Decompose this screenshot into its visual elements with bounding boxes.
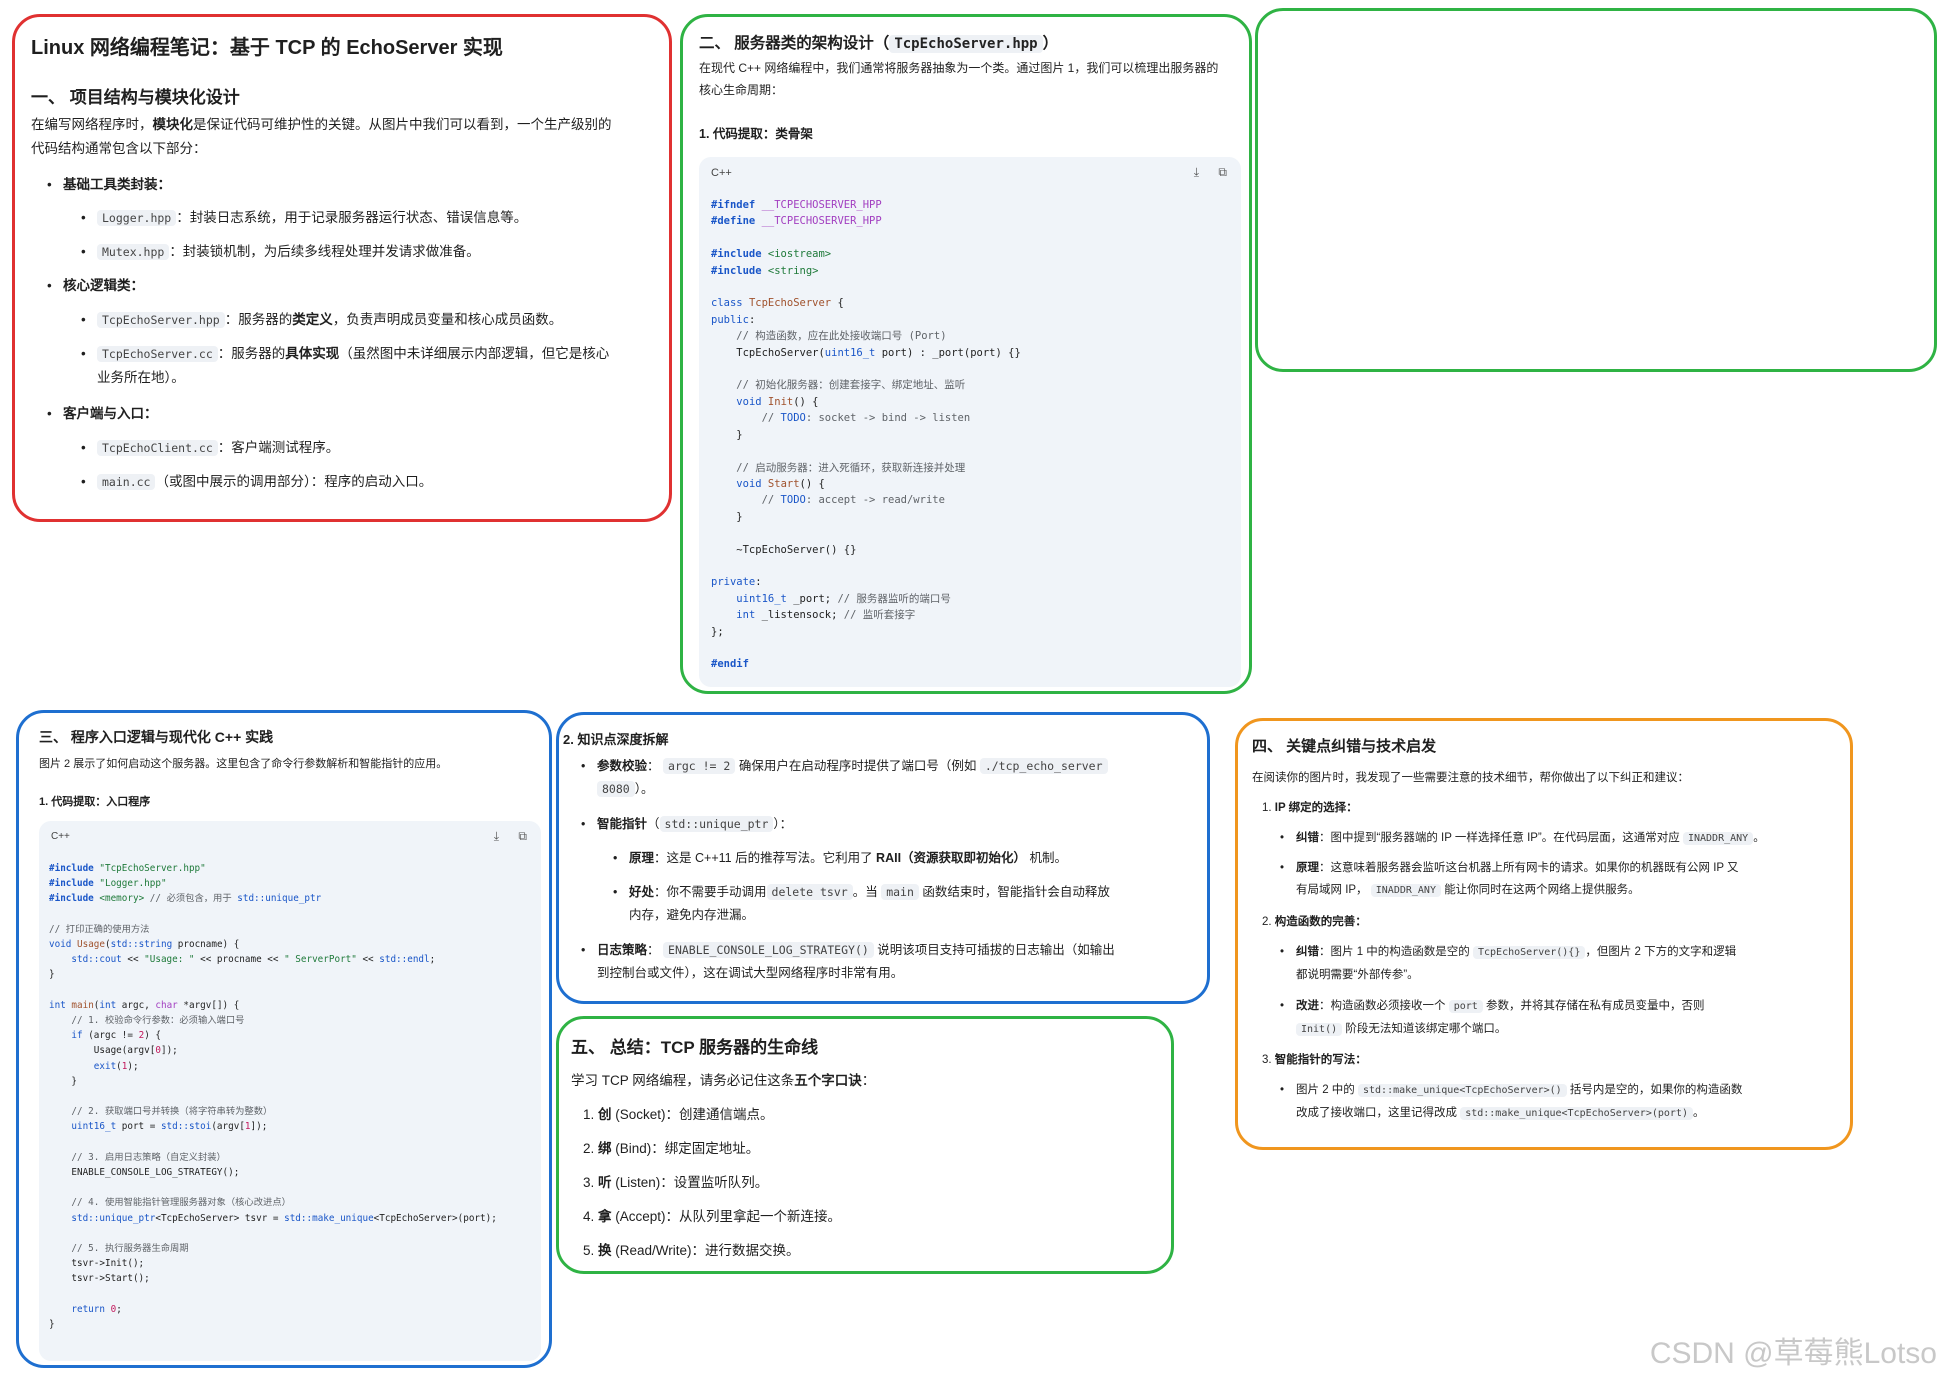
correction-title: 2. 构造函数的完善： bbox=[1262, 916, 1367, 928]
list-item: 原理：这意味着服务器会监听这台机器上所有网卡的请求。如果你的机器既有公网 IP … bbox=[1280, 857, 1836, 902]
code-content: #ifndef __TCPECHOSERVER_HPP #define __TC… bbox=[711, 199, 1021, 671]
code-language: C++ bbox=[51, 831, 70, 842]
list-item: 改进：构造函数必须接收一个 port 参数，并将其存储在私有成员变量中，否则 I… bbox=[1280, 995, 1836, 1041]
list-item: 纠错：图片 1 中的构造函数是空的 TcpEchoServer(){}，但图片 … bbox=[1280, 941, 1836, 986]
list-item: Logger.hpp：封装日志系统，用于记录服务器运行状态、错误信息等。 bbox=[81, 206, 527, 230]
code-content: #include "TcpEchoServer.hpp" #include "L… bbox=[49, 863, 497, 1331]
list-item: 好处：你不需要手动调用delete tsvr。当 main 函数结束时，智能指针… bbox=[613, 881, 1169, 927]
section-corrections: 四、 关键点纠错与技术启发 在阅读你的图片时，我发现了一些需要注意的技术细节，帮… bbox=[1235, 718, 1853, 1150]
subheading: 1. 代码提取：类骨架 bbox=[699, 127, 813, 141]
list-item: TcpEchoServer.hpp：服务器的类定义，负责声明成员变量和核心成员函… bbox=[81, 308, 562, 332]
section-heading: 一、 项目结构与模块化设计 bbox=[31, 88, 240, 107]
list-item: 3. 听 (Listen)：设置监听队列。 bbox=[583, 1175, 769, 1190]
group-client: 客户端与入口： bbox=[47, 402, 157, 426]
section-knowledge: 2. 知识点深度拆解 参数校验： argc != 2 确保用户在启动程序时提供了… bbox=[556, 712, 1210, 1004]
intro-paragraph: 在阅读你的图片时，我发现了一些需要注意的技术细节，帮你做出了以下纠正和建议： bbox=[1252, 772, 1689, 784]
section-heading: 二、 服务器类的架构设计（ TcpEchoServer.hpp） bbox=[699, 35, 1059, 53]
section-heading: 四、 关键点纠错与技术启发 bbox=[1252, 738, 1437, 755]
list-item: 1. 创 (Socket)：创建通信端点。 bbox=[583, 1107, 774, 1122]
list-item: 2. 绑 (Bind)：绑定固定地址。 bbox=[583, 1141, 760, 1156]
list-item: 原理：这是 C++11 后的推荐写法。它利用了 RAII（资源获取即初始化） 机… bbox=[613, 847, 1067, 870]
download-icon[interactable]: ⤓ bbox=[494, 829, 499, 843]
code-block: C++ ⤓ ⧉ #include "TcpEchoServer.hpp" #in… bbox=[39, 821, 541, 1361]
group-utilities: 基础工具类封装： bbox=[47, 173, 171, 197]
correction-title: 1. IP 绑定的选择： bbox=[1262, 802, 1358, 814]
section-summary: 五、 总结：TCP 服务器的生命线 学习 TCP 网络编程，请务必记住这条五个字… bbox=[556, 1016, 1174, 1274]
list-item: TcpEchoServer.cc：服务器的具体实现（虽然图中未详细展示内部逻辑，… bbox=[81, 342, 657, 390]
group-core: 核心逻辑类： bbox=[47, 274, 144, 298]
list-item: 日志策略： ENABLE_CONSOLE_LOG_STRATEGY() 说明该项… bbox=[581, 939, 1177, 985]
subheading: 1. 代码提取：入口程序 bbox=[39, 796, 151, 808]
code-block: C++ ⤓ ⧉ #ifndef __TCPECHOSERVER_HPP #def… bbox=[699, 157, 1241, 687]
intro-paragraph: 在编写网络程序时，模块化是保证代码可维护性的关键。从图片中我们可以看到，一个生产… bbox=[31, 117, 612, 156]
section-heading: 五、 总结：TCP 服务器的生命线 bbox=[571, 1038, 819, 1057]
section-server-class: 二、 服务器类的架构设计（ TcpEchoServer.hpp） 在现代 C++ … bbox=[680, 14, 1252, 694]
download-icon[interactable]: ⤓ bbox=[1194, 165, 1199, 179]
intro-paragraph: 在现代 C++ 网络编程中，我们通常将服务器抽象为一个类。通过图片 1，我们可以… bbox=[699, 61, 1219, 97]
section-heading: 三、 程序入口逻辑与现代化 C++ 实践 bbox=[39, 729, 274, 745]
list-item: 参数校验： argc != 2 确保用户在启动程序时提供了端口号（例如 ./tc… bbox=[581, 755, 1177, 801]
list-item: 5. 换 (Read/Write)：进行数据交换。 bbox=[583, 1243, 800, 1258]
intro-paragraph: 图片 2 展示了如何启动这个服务器。这里包含了命令行参数解析和智能指针的应用。 bbox=[39, 758, 448, 770]
copy-icon[interactable]: ⧉ bbox=[518, 829, 527, 843]
intro-paragraph: 学习 TCP 网络编程，请务必记住这条五个字口诀： bbox=[571, 1073, 876, 1088]
list-item: 4. 拿 (Accept)：从队列里拿起一个新连接。 bbox=[583, 1209, 842, 1224]
section-project-structure: Linux 网络编程笔记：基于 TCP 的 EchoServer 实现 一、 项… bbox=[12, 14, 672, 522]
empty-panel bbox=[1255, 8, 1937, 372]
list-item: main.cc（或图中展示的调用部分）：程序的启动入口。 bbox=[81, 470, 432, 494]
correction-title: 3. 智能指针的写法： bbox=[1262, 1054, 1367, 1066]
list-item: Mutex.hpp：封装锁机制，为后续多线程处理并发请求做准备。 bbox=[81, 240, 480, 264]
list-item: TcpEchoClient.cc：客户端测试程序。 bbox=[81, 436, 339, 460]
section-entry-program: 三、 程序入口逻辑与现代化 C++ 实践 图片 2 展示了如何启动这个服务器。这… bbox=[16, 710, 552, 1368]
copy-icon[interactable]: ⧉ bbox=[1218, 165, 1227, 179]
code-language: C++ bbox=[711, 167, 732, 179]
list-item: 智能指针（std::unique_ptr）： bbox=[581, 813, 792, 836]
watermark: CSDN @草莓熊Lotso bbox=[1649, 1337, 1937, 1370]
page-title: Linux 网络编程笔记：基于 TCP 的 EchoServer 实现 bbox=[31, 37, 503, 59]
list-item: 纠错：图中提到“服务器端的 IP 一样选择任意 IP”。在代码层面，这通常对应 … bbox=[1280, 827, 1765, 850]
section-heading: 2. 知识点深度拆解 bbox=[563, 732, 669, 747]
list-item: 图片 2 中的 std::make_unique<TcpEchoServer>(… bbox=[1280, 1079, 1836, 1125]
